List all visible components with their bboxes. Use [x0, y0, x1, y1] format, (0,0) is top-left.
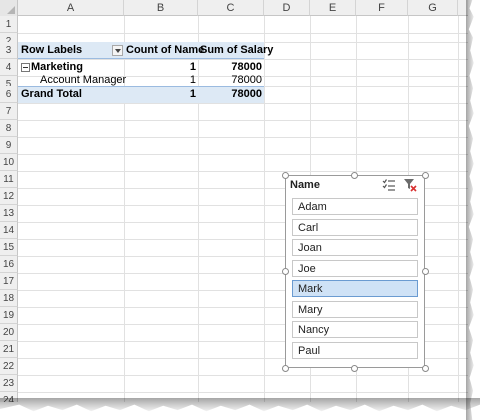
torn-edge-shadow: [466, 0, 474, 420]
gridline: [18, 103, 468, 104]
pivot-total-sum[interactable]: 78000: [198, 86, 262, 103]
name-slicer[interactable]: Name Adam Carl Joan Joe Mark Mary Nancy …: [285, 175, 425, 368]
row-header[interactable]: 7: [0, 103, 18, 120]
pivot-row-labels-header[interactable]: Row Labels: [21, 42, 82, 59]
column-header-f[interactable]: F: [356, 0, 408, 16]
row-header[interactable]: 8: [0, 120, 18, 137]
row-header[interactable]: 13: [0, 205, 18, 222]
row-header[interactable]: 21: [0, 341, 18, 358]
column-header-e[interactable]: E: [310, 0, 356, 16]
pivot-sum-header[interactable]: Sum of Salary: [200, 42, 273, 59]
row-header[interactable]: 22: [0, 358, 18, 375]
multi-select-icon[interactable]: [382, 178, 396, 192]
row-header[interactable]: 14: [0, 222, 18, 239]
column-header-b[interactable]: B: [124, 0, 198, 16]
select-all-corner[interactable]: [0, 0, 18, 17]
row-header[interactable]: 23: [0, 375, 18, 392]
resize-handle[interactable]: [422, 268, 429, 275]
gridline: [18, 137, 468, 138]
row-header[interactable]: 18: [0, 290, 18, 307]
pivot-total-count[interactable]: 1: [124, 86, 196, 103]
column-header-a[interactable]: A: [18, 0, 124, 16]
gridline: [18, 171, 468, 172]
row-header[interactable]: 10: [0, 154, 18, 171]
resize-handle[interactable]: [282, 172, 289, 179]
row-header[interactable]: 16: [0, 256, 18, 273]
torn-edge-shadow: [0, 398, 480, 412]
row-header[interactable]: 9: [0, 137, 18, 154]
row-header[interactable]: 3: [0, 42, 18, 59]
slicer-item-mark[interactable]: Mark: [292, 280, 418, 297]
row-header[interactable]: 1: [0, 16, 18, 33]
gridline: [264, 16, 265, 402]
pivot-total-label[interactable]: Grand Total: [21, 86, 82, 103]
row-header[interactable]: 4: [0, 59, 18, 76]
slicer-item-mary[interactable]: Mary: [292, 301, 418, 318]
column-header-c[interactable]: C: [198, 0, 264, 16]
row-labels-filter-button[interactable]: [112, 45, 123, 56]
slicer-item-nancy[interactable]: Nancy: [292, 321, 418, 338]
collapse-icon[interactable]: [21, 63, 30, 72]
gridline: [18, 33, 468, 34]
slicer-item-joan[interactable]: Joan: [292, 239, 418, 256]
row-header[interactable]: 20: [0, 324, 18, 341]
row-header[interactable]: 11: [0, 171, 18, 188]
gridline: [18, 392, 468, 393]
row-header[interactable]: 6: [0, 86, 18, 103]
gridline: [18, 154, 468, 155]
spreadsheet: A B C D E F G 1 2 3 4 5 6 7 8 9 10 11 12…: [0, 0, 468, 402]
slicer-item-paul[interactable]: Paul: [292, 342, 418, 359]
column-header-d[interactable]: D: [264, 0, 310, 16]
resize-handle[interactable]: [422, 365, 429, 372]
resize-handle[interactable]: [282, 365, 289, 372]
slicer-item-adam[interactable]: Adam: [292, 198, 418, 215]
gridline: [18, 120, 468, 121]
resize-handle[interactable]: [282, 268, 289, 275]
slicer-item-joe[interactable]: Joe: [292, 260, 418, 277]
row-header[interactable]: 17: [0, 273, 18, 290]
slicer-title: Name: [290, 179, 320, 191]
gridline: [458, 16, 459, 402]
column-header-g[interactable]: G: [408, 0, 458, 16]
gridline: [18, 375, 468, 376]
resize-handle[interactable]: [422, 172, 429, 179]
pivot-count-header[interactable]: Count of Name: [126, 42, 204, 59]
slicer-item-carl[interactable]: Carl: [292, 219, 418, 236]
resize-handle[interactable]: [351, 172, 358, 179]
resize-handle[interactable]: [351, 365, 358, 372]
clear-filter-icon[interactable]: [403, 178, 417, 192]
row-header[interactable]: 15: [0, 239, 18, 256]
row-header[interactable]: 19: [0, 307, 18, 324]
row-header[interactable]: 12: [0, 188, 18, 205]
